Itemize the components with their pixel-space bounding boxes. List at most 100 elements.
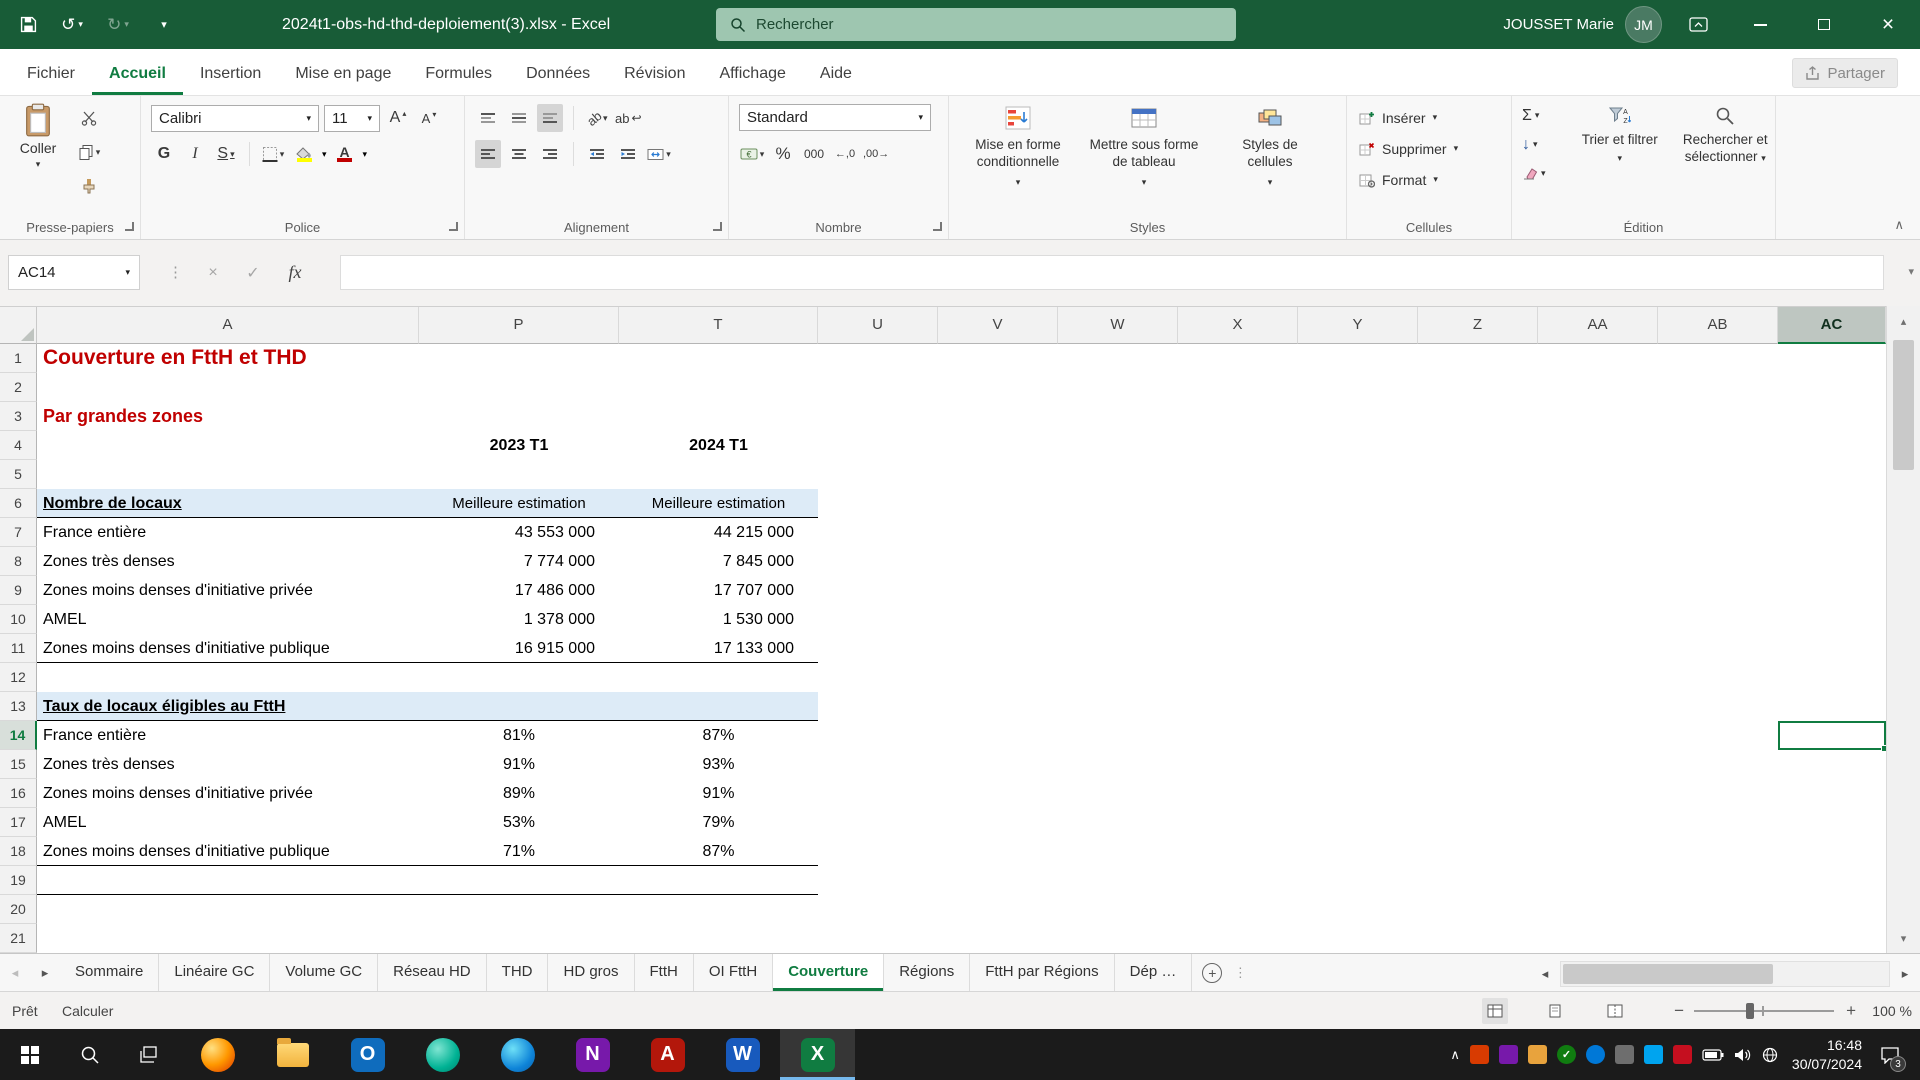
new-sheet-button[interactable]: + bbox=[1192, 954, 1232, 991]
cell-value-2023[interactable]: 53% bbox=[419, 808, 619, 837]
sheet-tab-lineaire-gc[interactable]: Linéaire GC bbox=[159, 954, 270, 991]
enter-formula-button[interactable]: ✓ bbox=[236, 255, 270, 290]
taskbar-excel-button[interactable]: X bbox=[780, 1029, 855, 1080]
cell-label[interactable]: France entière bbox=[43, 518, 415, 547]
tray-icon[interactable] bbox=[1673, 1045, 1692, 1064]
cell-label[interactable]: Zones moins denses d'initiative publique bbox=[43, 634, 415, 663]
cell-styles-button[interactable]: Styles de cellules ▾ bbox=[1207, 96, 1333, 204]
tray-icon[interactable] bbox=[1499, 1045, 1518, 1064]
sheet-nav-left-button[interactable]: ◂ bbox=[0, 954, 30, 991]
underline-button[interactable]: S▾ bbox=[213, 140, 239, 168]
action-center-button[interactable]: 3 bbox=[1872, 1029, 1908, 1080]
network-icon[interactable] bbox=[1762, 1047, 1778, 1063]
close-button[interactable]: × bbox=[1856, 0, 1920, 49]
fill-button[interactable]: ↓▾ bbox=[1522, 131, 1564, 158]
taskbar-explorer-button[interactable] bbox=[255, 1029, 330, 1080]
delete-cells-button[interactable]: Supprimer▾ bbox=[1347, 135, 1511, 162]
page-layout-view-button[interactable] bbox=[1542, 998, 1568, 1024]
align-bottom-button[interactable] bbox=[537, 104, 563, 132]
sheet-tab-couverture[interactable]: Couverture bbox=[773, 954, 884, 991]
sheet-tab-volume-gc[interactable]: Volume GC bbox=[270, 954, 378, 991]
ribbon-tab-donnees[interactable]: Données bbox=[509, 52, 607, 95]
orientation-button[interactable]: ab▾ bbox=[584, 104, 610, 132]
taskbar-clock[interactable]: 16:48 30/07/2024 bbox=[1792, 1036, 1862, 1072]
cell-value-2024[interactable]: 87% bbox=[619, 837, 818, 866]
start-button[interactable] bbox=[0, 1029, 60, 1080]
cell-label[interactable]: Zones moins denses d'initiative privée bbox=[43, 779, 415, 808]
sheet-tab-regions[interactable]: Régions bbox=[884, 954, 970, 991]
taskbar-search-button[interactable] bbox=[60, 1029, 120, 1080]
horizontal-scroll-thumb[interactable] bbox=[1563, 964, 1773, 984]
ribbon-tab-insertion[interactable]: Insertion bbox=[183, 52, 278, 95]
sort-filter-button[interactable]: AZ Trier et filtrer ▾ bbox=[1570, 102, 1669, 187]
save-button[interactable] bbox=[8, 0, 48, 49]
sheet-tab-hd-gros[interactable]: HD gros bbox=[548, 954, 634, 991]
name-box[interactable]: AC14▾ bbox=[8, 255, 140, 290]
sheet-tab-ftth-par-regions[interactable]: FttH par Régions bbox=[970, 954, 1114, 991]
share-button[interactable]: Partager bbox=[1792, 58, 1898, 88]
ribbon-tab-revision[interactable]: Révision bbox=[607, 52, 702, 95]
expand-formula-bar-button[interactable]: ▾ bbox=[1908, 255, 1914, 290]
taskbar-edge-button[interactable] bbox=[480, 1029, 555, 1080]
font-color-button[interactable]: A bbox=[332, 140, 358, 168]
task-view-button[interactable] bbox=[120, 1029, 180, 1080]
normal-view-button[interactable] bbox=[1482, 998, 1508, 1024]
taskbar-firefox-button[interactable] bbox=[180, 1029, 255, 1080]
find-select-button[interactable]: Rechercher et sélectionner ▾ bbox=[1676, 102, 1775, 187]
conditional-formatting-button[interactable]: Mise en forme conditionnelle ▾ bbox=[955, 96, 1081, 204]
tray-icon[interactable] bbox=[1644, 1045, 1663, 1064]
font-size-select[interactable]: 11▾ bbox=[324, 105, 380, 132]
cell-value-2024[interactable]: 7 845 000 bbox=[619, 547, 794, 576]
ribbon-tab-mise-en-page[interactable]: Mise en page bbox=[278, 52, 408, 95]
vertical-scrollbar[interactable]: ▴ ▾ bbox=[1886, 306, 1920, 953]
format-painter-button[interactable] bbox=[76, 172, 102, 200]
cell-value-2023[interactable]: 81% bbox=[419, 721, 619, 750]
autosum-button[interactable]: Σ▾ bbox=[1522, 102, 1564, 129]
hscroll-right-button[interactable]: ▸ bbox=[1890, 966, 1920, 982]
cell-value-2024[interactable]: 93% bbox=[619, 750, 818, 779]
cell-label[interactable]: Zones moins denses d'initiative publique bbox=[43, 837, 415, 866]
maximize-button[interactable] bbox=[1792, 0, 1856, 49]
accounting-format-button[interactable]: €▾ bbox=[739, 140, 765, 168]
merge-center-button[interactable]: ▾ bbox=[646, 140, 672, 168]
sheet-tab-sommaire[interactable]: Sommaire bbox=[60, 954, 159, 991]
tray-shield-icon[interactable]: ✓ bbox=[1557, 1045, 1576, 1064]
taskbar-outlook-button[interactable]: O bbox=[330, 1029, 405, 1080]
page-break-view-button[interactable] bbox=[1602, 998, 1628, 1024]
number-format-select[interactable]: Standard▾ bbox=[739, 104, 931, 131]
comma-style-button[interactable]: 000 bbox=[801, 140, 827, 168]
align-left-button[interactable] bbox=[475, 140, 501, 168]
zoom-slider[interactable] bbox=[1694, 1010, 1834, 1012]
chevron-down-icon[interactable]: ▾ bbox=[363, 149, 368, 160]
cell-value-2023[interactable]: 89% bbox=[419, 779, 619, 808]
section-header-cell[interactable]: Taux de locaux éligibles au FttH bbox=[43, 692, 285, 721]
scroll-down-button[interactable]: ▾ bbox=[1887, 923, 1920, 953]
increase-decimal-button[interactable]: ←,0 bbox=[832, 140, 858, 168]
undo-button[interactable]: ↺▾ bbox=[52, 0, 92, 49]
insert-cells-button[interactable]: Insérer▾ bbox=[1347, 104, 1511, 131]
ribbon-tab-affichage[interactable]: Affichage bbox=[702, 52, 802, 95]
fill-color-button[interactable] bbox=[291, 140, 317, 168]
cell-value-2024[interactable]: 17 707 000 bbox=[619, 576, 794, 605]
format-cells-button[interactable]: Format▾ bbox=[1347, 166, 1511, 193]
align-top-button[interactable] bbox=[475, 104, 501, 132]
paste-button[interactable]: Coller ▾ bbox=[10, 103, 66, 205]
tray-expand-icon[interactable]: ∧ bbox=[1450, 1047, 1460, 1063]
qat-customize-button[interactable]: ▾ bbox=[144, 0, 184, 49]
sheet-tab-ftth[interactable]: FttH bbox=[635, 954, 694, 991]
align-right-button[interactable] bbox=[537, 140, 563, 168]
search-box[interactable] bbox=[716, 8, 1236, 41]
zoom-in-button[interactable]: + bbox=[1846, 992, 1856, 1030]
cell-label[interactable]: Zones très denses bbox=[43, 750, 415, 779]
hscroll-left-button[interactable]: ◂ bbox=[1530, 966, 1560, 982]
redo-button[interactable]: ↻▾ bbox=[98, 0, 138, 49]
user-name[interactable]: JOUSSET Marie bbox=[1503, 0, 1614, 49]
zoom-thumb[interactable] bbox=[1746, 1003, 1754, 1019]
cell-value-2023[interactable]: 71% bbox=[419, 837, 619, 866]
cell-value-2023[interactable]: 17 486 000 bbox=[419, 576, 595, 605]
taskbar-onenote-button[interactable]: N bbox=[555, 1029, 630, 1080]
decrease-indent-button[interactable] bbox=[584, 140, 610, 168]
cell-value-2024[interactable]: 91% bbox=[619, 779, 818, 808]
section-header-cell[interactable]: Nombre de locaux bbox=[43, 489, 182, 518]
cell-value-2024[interactable]: 17 133 000 bbox=[619, 634, 794, 663]
